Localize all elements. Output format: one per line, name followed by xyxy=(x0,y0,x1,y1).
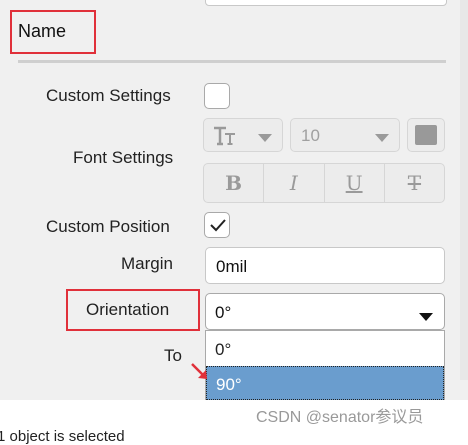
highlight-box-orientation xyxy=(66,289,200,331)
bold-button[interactable]: B xyxy=(204,164,265,202)
checkmark-icon xyxy=(210,219,226,232)
status-text: 1 object is selected xyxy=(0,428,125,445)
custom-position-label: Custom Position xyxy=(46,217,170,236)
chevron-down-icon xyxy=(375,130,389,148)
italic-button[interactable]: I xyxy=(264,164,325,202)
font-icon xyxy=(212,125,238,152)
custom-settings-checkbox[interactable] xyxy=(204,83,230,109)
red-arrow-icon xyxy=(191,363,207,379)
scrollbar[interactable] xyxy=(460,0,468,380)
top-input-edge[interactable] xyxy=(205,0,447,6)
orientation-selected-value: 0° xyxy=(215,303,232,322)
orientation-select[interactable]: 0° xyxy=(205,293,445,330)
properties-panel: Name Custom Settings Font Settings 10 B … xyxy=(0,0,468,400)
underline-button[interactable]: U xyxy=(325,164,385,202)
font-family-select[interactable] xyxy=(203,118,283,152)
margin-input[interactable]: 0mil xyxy=(205,247,445,284)
color-swatch xyxy=(415,125,437,145)
custom-settings-label: Custom Settings xyxy=(46,86,171,105)
font-size-select[interactable]: 10 xyxy=(290,118,400,152)
margin-label: Margin xyxy=(121,254,173,273)
section-divider xyxy=(18,60,446,63)
chevron-down-icon xyxy=(419,309,433,327)
highlight-box-name xyxy=(10,10,96,54)
font-settings-label: Font Settings xyxy=(73,148,174,167)
to-label: To xyxy=(164,346,182,365)
font-size-value: 10 xyxy=(301,126,320,145)
custom-position-checkbox[interactable] xyxy=(204,212,230,238)
font-color-picker[interactable] xyxy=(407,118,445,152)
orientation-dropdown-list: 0° 90° xyxy=(205,330,445,400)
orientation-option-90[interactable]: 90° xyxy=(206,366,444,400)
font-style-toolbar: B I U T xyxy=(203,163,445,203)
watermark: CSDN @senator参议员 xyxy=(256,409,424,426)
orientation-option-0[interactable]: 0° xyxy=(206,332,444,366)
chevron-down-icon xyxy=(258,130,272,148)
strikethrough-button[interactable]: T xyxy=(385,164,444,202)
